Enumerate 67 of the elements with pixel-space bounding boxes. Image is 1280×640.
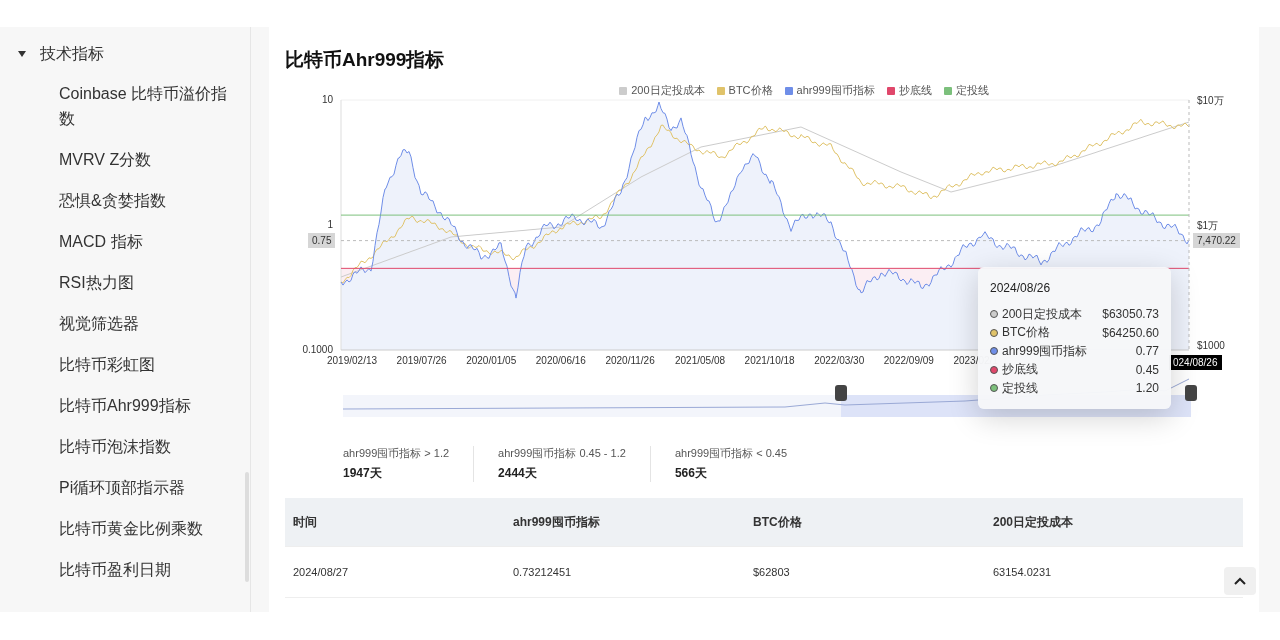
axis-label: 2020/01/05 — [466, 355, 517, 366]
axis-label: 2019/07/26 — [396, 355, 447, 366]
axis-label: $1万 — [1197, 219, 1219, 233]
sidebar-section-label[interactable]: 技术指标 — [40, 43, 104, 65]
axis-label: 2021/10/18 — [744, 355, 795, 366]
tooltip-value: $63050.73 — [1102, 307, 1159, 322]
sidebar-item[interactable]: Coinbase 比特币溢价指数 — [0, 81, 250, 131]
axis-label: 2020/11/26 — [605, 355, 655, 366]
table-cell-text: 0.73212451 — [513, 566, 573, 578]
crosshair-date-label: 024/08/26 — [1169, 355, 1222, 370]
sidebar-item[interactable]: 比特币泡沫指数 — [0, 434, 250, 459]
tooltip-series-label: BTC价格 — [1002, 324, 1051, 342]
axis-label: $1000 — [1197, 340, 1225, 351]
sidebar-item[interactable]: MVRV Z分数 — [0, 147, 250, 172]
legend-item[interactable]: ahr999囤币指标 — [784, 83, 875, 98]
column-header: BTC价格 — [753, 513, 803, 531]
column-header: 200日定投成本 — [993, 513, 1075, 531]
tooltip-series-label: 200日定投成本 — [1002, 305, 1084, 323]
stat-label: ahr999囤币指标 > 1.2 — [343, 446, 450, 461]
tooltip-value: 0.77 — [1135, 344, 1159, 359]
tooltip-series-label: 抄底线 — [1002, 361, 1039, 379]
tooltip-value: 1.20 — [1135, 381, 1159, 396]
legend-item[interactable]: 200日定投成本 — [619, 83, 705, 98]
sidebar-item[interactable]: 视觉筛选器 — [0, 311, 250, 336]
sidebar-item[interactable]: 比特币黄金比例乘数 — [0, 516, 250, 541]
axis-label: 2020/06/16 — [535, 355, 586, 366]
sidebar-item[interactable]: Pi循环顶部指示器 — [0, 475, 250, 500]
crosshair-value-label: 0.75 — [308, 232, 336, 248]
slider-handle[interactable] — [835, 385, 847, 401]
axis-label: 2022/03/30 — [814, 355, 865, 366]
sidebar-item[interactable]: 恐惧&贪婪指数 — [0, 188, 250, 213]
table-cell-text: 63154.0231 — [993, 566, 1053, 578]
tooltip-series-label: 定投线 — [1002, 379, 1039, 397]
axis-label: 1 — [327, 219, 333, 230]
legend-item[interactable]: 定投线 — [943, 83, 989, 98]
axis-label: 0.1000 — [302, 344, 333, 355]
chevron-up-icon — [1234, 577, 1246, 585]
column-header: 时间 — [293, 513, 318, 531]
page-title: 比特币Ahr999指标 — [285, 48, 446, 72]
stat-value: 2444天 — [498, 465, 538, 482]
tooltip-value: 0.45 — [1135, 362, 1159, 377]
stat-label: ahr999囤币指标 0.45 - 1.2 — [498, 446, 626, 461]
sidebar-item[interactable]: MACD 指标 — [0, 229, 250, 254]
table-cell-text: 2024/08/27 — [293, 566, 350, 578]
tooltip-date: 2024/08/26 — [990, 281, 1052, 295]
scroll-to-top-button[interactable] — [1224, 567, 1256, 595]
stat-label: ahr999囤币指标 < 0.45 — [674, 446, 788, 461]
crosshair-value-label: 7,470.22 — [1193, 232, 1240, 248]
stat-value: 566天 — [674, 465, 708, 482]
legend-item[interactable]: BTC价格 — [716, 83, 773, 98]
stat-value: 1947天 — [343, 465, 383, 482]
sidebar-item[interactable]: 比特币Ahr999指标 — [0, 393, 250, 418]
axis-label: 2022/09/09 — [883, 355, 934, 366]
sidebar-item[interactable]: RSI热力图 — [0, 270, 250, 295]
axis-label: 2021/05/08 — [675, 355, 726, 366]
tooltip-series-label: ahr999囤币指标 — [1002, 342, 1089, 360]
axis-label: $10万 — [1197, 94, 1224, 108]
legend-item[interactable]: 抄底线 — [886, 83, 932, 98]
sidebar-item[interactable]: 比特币盈利日期 — [0, 557, 250, 582]
axis-label: 10 — [321, 94, 333, 105]
slider-handle[interactable] — [1185, 385, 1197, 401]
table-cell-text: $62803 — [753, 566, 791, 578]
sidebar-item[interactable]: 比特币彩虹图 — [0, 352, 250, 377]
tooltip-value: $64250.60 — [1102, 325, 1159, 340]
caret-down-icon[interactable] — [18, 51, 26, 57]
axis-label: 2019/02/13 — [327, 355, 378, 366]
column-header: ahr999囤币指标 — [513, 513, 601, 531]
